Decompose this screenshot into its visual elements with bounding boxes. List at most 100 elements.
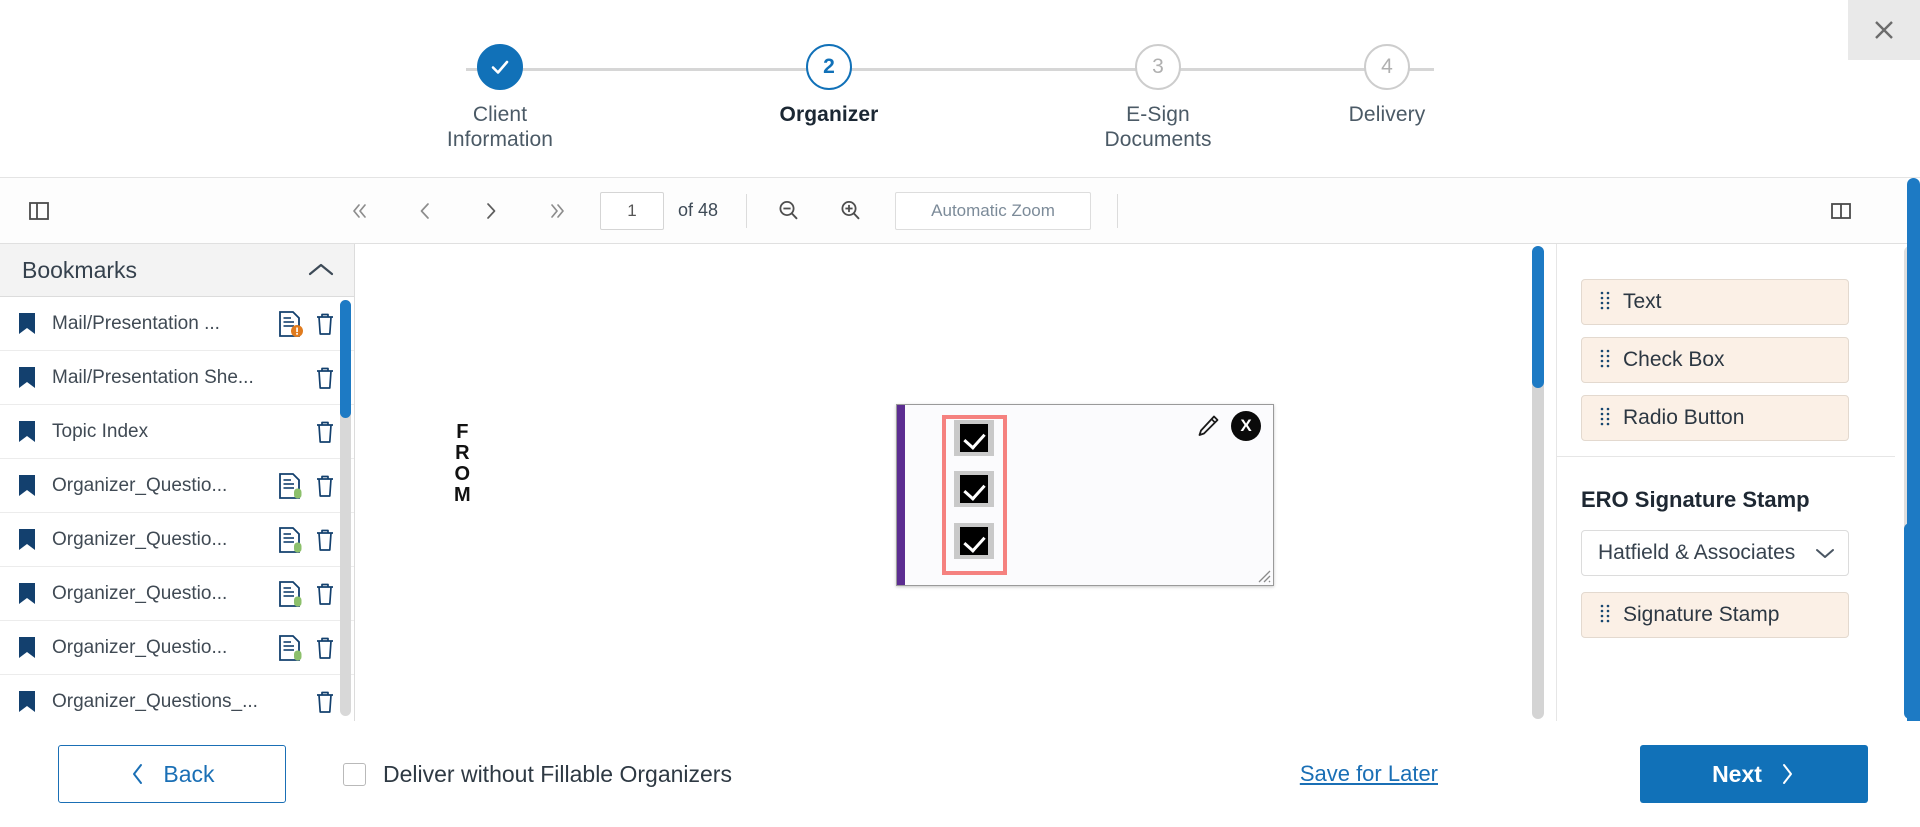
bookmark-icon [18, 690, 44, 714]
bookmark-row[interactable]: Topic Index [0, 405, 354, 459]
toolbar-divider-2 [1117, 193, 1119, 228]
step-1-bubble [477, 44, 523, 90]
bookmark-row[interactable]: Organizer_Questio... [0, 459, 354, 513]
drag-field-signature-stamp-label: Signature Stamp [1623, 603, 1780, 626]
previous-page-button[interactable] [406, 192, 444, 230]
pdf-viewer[interactable]: F R O M X [356, 244, 1548, 721]
bookmarks-scrollbar[interactable] [340, 300, 351, 716]
delete-bookmark-button[interactable] [308, 366, 342, 390]
step-client-information[interactable]: Client Information [400, 44, 600, 152]
first-page-button[interactable] [340, 192, 378, 230]
step-2-bubble: 2 [806, 44, 852, 90]
drag-handle-icon [1600, 407, 1610, 426]
deliver-checkbox-label: Deliver without Fillable Organizers [383, 760, 732, 787]
document-fillable-icon[interactable] [274, 580, 308, 608]
page-scrollbar-thumb[interactable] [1907, 178, 1920, 788]
close-icon [1875, 21, 1893, 39]
pdf-toolbar: of 48 Automatic Zoom [0, 178, 1920, 244]
document-fillable-icon[interactable] [274, 634, 308, 662]
zoom-level-label: Automatic Zoom [931, 200, 1055, 220]
drag-field-signature-stamp[interactable]: Signature Stamp [1581, 592, 1849, 638]
chevron-up-icon [308, 263, 334, 276]
check-icon [960, 527, 988, 555]
check-icon [960, 475, 988, 503]
pdf-scrollbar-thumb[interactable] [1532, 246, 1544, 388]
bookmark-row[interactable]: Organizer_Questions_... [0, 675, 354, 721]
chevron-left-icon [133, 764, 143, 784]
trash-icon [317, 475, 333, 497]
delete-bookmark-button[interactable] [308, 420, 342, 444]
step-3-label-line2: Documents [1104, 128, 1212, 151]
back-button[interactable]: Back [58, 745, 286, 803]
step-esign-documents[interactable]: 3 E-Sign Documents [1058, 44, 1258, 152]
drag-field-checkbox[interactable]: Check Box [1581, 337, 1849, 383]
selected-form-field[interactable]: X [896, 404, 1274, 586]
drag-handle-icon [1600, 291, 1610, 310]
chevron-down-icon [1816, 549, 1834, 558]
delete-bookmark-button[interactable] [308, 690, 342, 714]
trash-icon [317, 313, 333, 335]
bookmark-row[interactable]: Organizer_Questio... [0, 513, 354, 567]
check-icon [491, 60, 509, 74]
bookmark-row[interactable]: Organizer_Questio... [0, 567, 354, 621]
document-fillable-icon[interactable] [274, 472, 308, 500]
document-alert-icon[interactable] [274, 310, 308, 338]
bookmark-icon [18, 366, 44, 390]
progress-stepper: Client Information 2 Organizer 3 E-Sign … [400, 44, 1500, 154]
pencil-icon [1198, 415, 1219, 436]
drag-field-radio-label: Radio Button [1623, 406, 1745, 429]
delete-bookmark-button[interactable] [308, 312, 342, 336]
bookmark-row[interactable]: Mail/Presentation ... [0, 297, 354, 351]
zoom-in-button[interactable] [831, 192, 869, 230]
deliver-without-fillable-organizers-checkbox[interactable]: Deliver without Fillable Organizers [343, 761, 732, 788]
chevron-left-icon [420, 202, 429, 219]
edit-field-button[interactable] [1195, 413, 1221, 444]
delete-bookmark-button[interactable] [308, 474, 342, 498]
bookmarks-header[interactable]: Bookmarks [0, 244, 354, 297]
trash-icon [317, 529, 333, 551]
page-number-input[interactable] [600, 191, 664, 230]
delete-field-button[interactable]: X [1231, 411, 1261, 441]
delete-bookmark-button[interactable] [308, 528, 342, 552]
resize-handle-icon[interactable] [1255, 567, 1271, 583]
close-button[interactable] [1848, 0, 1920, 60]
panel-divider [1557, 456, 1895, 457]
next-button[interactable]: Next [1640, 745, 1868, 803]
zoom-out-button[interactable] [769, 192, 807, 230]
document-fillable-icon[interactable] [274, 526, 308, 554]
next-page-button[interactable] [472, 192, 510, 230]
zoom-level-select[interactable]: Automatic Zoom [895, 191, 1092, 230]
delete-bookmark-button[interactable] [308, 582, 342, 606]
bookmarks-scrollbar-thumb[interactable] [340, 300, 351, 418]
ero-signature-select[interactable]: Hatfield & Associates [1581, 530, 1849, 576]
drag-handle-icon [1600, 604, 1610, 623]
last-page-button[interactable] [538, 192, 576, 230]
trash-icon [317, 367, 333, 389]
drag-field-radio-button[interactable]: Radio Button [1581, 395, 1849, 441]
pdf-checkbox[interactable] [954, 523, 994, 559]
step-4-bubble: 4 [1364, 44, 1410, 90]
bookmarks-list[interactable]: Mail/Presentation ... Mail/Presentation … [0, 297, 354, 721]
trash-icon [317, 421, 333, 443]
delete-bookmark-button[interactable] [308, 636, 342, 660]
bookmark-row[interactable]: Mail/Presentation She... [0, 351, 354, 405]
pdf-checkbox[interactable] [954, 420, 994, 456]
step-organizer[interactable]: 2 Organizer [729, 44, 929, 127]
step-delivery[interactable]: 4 Delivery [1287, 44, 1487, 127]
save-for-later-link[interactable]: Save for Later [1300, 761, 1438, 787]
right-panel-toggle-button[interactable] [1822, 192, 1860, 230]
trash-icon [317, 691, 333, 713]
bookmark-row[interactable]: Organizer_Questio... [0, 621, 354, 675]
drag-field-text[interactable]: Text [1581, 279, 1849, 325]
pdf-page[interactable]: F R O M X [356, 244, 1536, 721]
pdf-scrollbar[interactable] [1532, 246, 1544, 719]
step-4-label-line1: Delivery [1348, 103, 1426, 126]
bookmark-icon [18, 474, 44, 498]
sidebar-toggle-button[interactable] [20, 192, 58, 230]
toolbar-divider-1 [746, 193, 748, 228]
checkbox-box[interactable] [343, 762, 366, 786]
step-1-label-line1: Client [472, 103, 528, 126]
pdf-checkbox[interactable] [954, 471, 994, 507]
double-chevron-right-icon [551, 203, 564, 218]
chevron-right-icon [1782, 764, 1792, 784]
